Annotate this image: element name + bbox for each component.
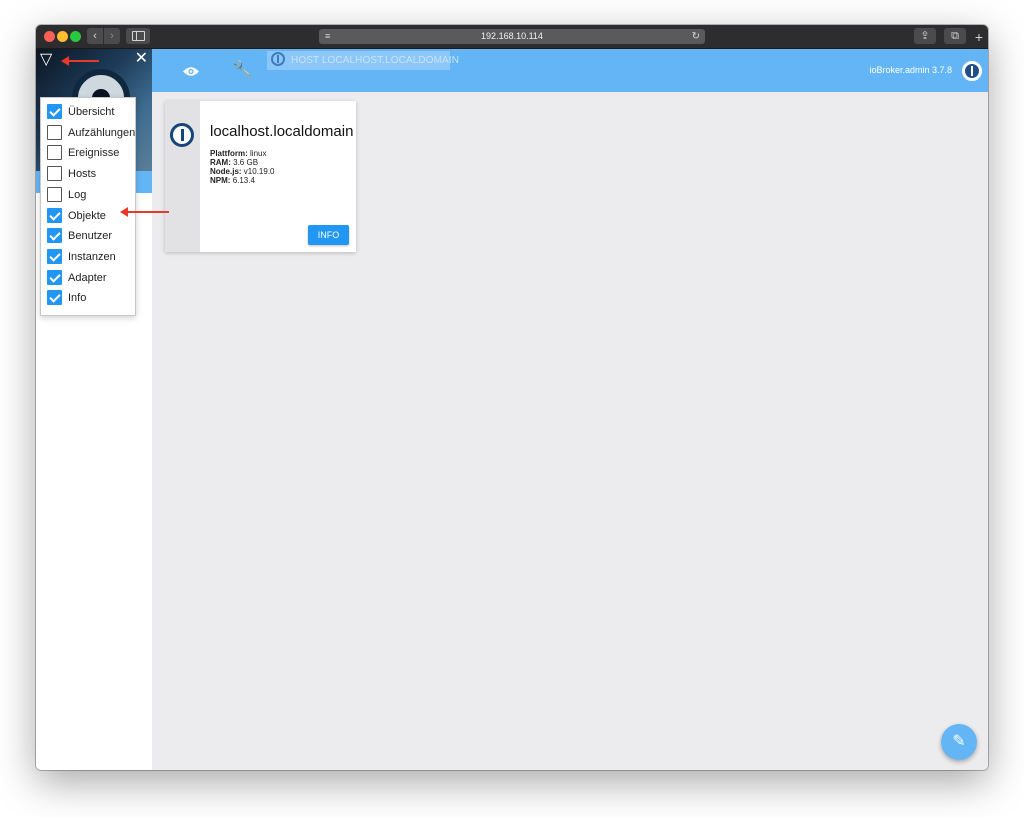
iobroker-logo-icon bbox=[271, 52, 285, 66]
menu-item-hosts[interactable]: Hosts bbox=[41, 164, 135, 184]
host-tab[interactable]: HOST LOCALHOST.LOCALDOMAIN bbox=[267, 51, 459, 70]
iobroker-logo-icon bbox=[170, 123, 194, 147]
host-card: localhost.localdomain Plattform: linux R… bbox=[165, 101, 356, 252]
menu-item-label: Objekte bbox=[68, 209, 106, 222]
new-tab-button[interactable]: + bbox=[972, 30, 986, 44]
menu-item-label: Benutzer bbox=[68, 230, 113, 243]
checkbox[interactable] bbox=[47, 186, 62, 202]
menu-item-adapter[interactable]: Adapter bbox=[41, 268, 135, 288]
share-button[interactable]: ⇪ bbox=[914, 28, 936, 44]
checkbox[interactable] bbox=[47, 290, 62, 306]
host-platform: Plattform: linux bbox=[210, 149, 267, 158]
menu-item-ereignisse[interactable]: Ereignisse bbox=[41, 143, 135, 163]
checkbox[interactable] bbox=[47, 104, 62, 119]
browser-window: ‹ › ≡ 192.168.10.114 ↻ ⇪ ⧉ + ▽ ✕ Übersic… bbox=[36, 25, 988, 770]
iobroker-logo-icon[interactable] bbox=[962, 61, 982, 81]
menu-item-label: Adapter bbox=[68, 271, 107, 284]
wrench-icon[interactable]: 🔧 bbox=[232, 61, 253, 79]
menu-item-log[interactable]: Log bbox=[41, 185, 135, 205]
browser-titlebar: ‹ › ≡ 192.168.10.114 ↻ ⇪ ⧉ + bbox=[36, 25, 988, 49]
checkbox[interactable] bbox=[47, 166, 62, 182]
checkbox[interactable] bbox=[47, 124, 62, 140]
menu-item-label: Log bbox=[68, 188, 87, 201]
menu-item-aufzaehlungen[interactable]: Aufzählungen bbox=[41, 123, 135, 143]
forward-button[interactable]: › bbox=[104, 28, 120, 44]
show-tabs-button[interactable]: ⧉ bbox=[944, 28, 966, 44]
eye-icon[interactable] bbox=[182, 66, 200, 76]
annotation-arrow bbox=[120, 207, 169, 217]
host-ram: RAM: 3.6 GB bbox=[210, 158, 259, 167]
close-window-button[interactable] bbox=[44, 31, 55, 42]
filter-icon[interactable]: ▽ bbox=[40, 52, 52, 68]
checkbox[interactable] bbox=[47, 248, 62, 264]
sidebar-icon bbox=[132, 31, 145, 41]
zoom-window-button[interactable] bbox=[70, 31, 81, 42]
left-navigation: ▽ ✕ Übersicht Aufzählungen Ereignisse Ho… bbox=[36, 49, 153, 770]
checkbox[interactable] bbox=[47, 228, 62, 244]
pencil-icon: ✎ bbox=[952, 733, 966, 750]
checkbox[interactable] bbox=[47, 207, 62, 223]
main-content: localhost.localdomain Plattform: linux R… bbox=[152, 92, 988, 770]
edit-fab-button[interactable]: ✎ bbox=[941, 724, 977, 760]
host-card-title: localhost.localdomain bbox=[210, 123, 354, 140]
host-npm: NPM: 6.13.4 bbox=[210, 176, 255, 185]
reload-icon[interactable]: ↻ bbox=[692, 29, 700, 44]
menu-item-instanzen[interactable]: Instanzen bbox=[41, 247, 135, 267]
app-bar: 🔧 HOST LOCALHOST.LOCALDOMAIN ioBroker.ad… bbox=[152, 49, 988, 92]
sidebar-toggle-button[interactable] bbox=[126, 28, 150, 44]
menu-item-label: Hosts bbox=[68, 168, 97, 181]
menu-item-label: Info bbox=[68, 292, 87, 305]
menu-item-label: Übersicht bbox=[68, 106, 115, 118]
host-nodejs: Node.js: v10.19.0 bbox=[210, 167, 275, 176]
url-text: 192.168.10.114 bbox=[481, 31, 543, 41]
menu-item-label: Instanzen bbox=[68, 250, 116, 263]
annotation-arrow bbox=[61, 56, 99, 66]
close-icon[interactable]: ✕ bbox=[135, 50, 148, 68]
checkbox[interactable] bbox=[47, 145, 62, 161]
menu-item-uebersicht[interactable]: Übersicht bbox=[41, 102, 135, 122]
version-label: ioBroker.admin 3.7.8 bbox=[869, 65, 952, 75]
info-button[interactable]: INFO bbox=[308, 225, 349, 245]
menu-item-info[interactable]: Info bbox=[41, 288, 135, 308]
host-tab-label: HOST LOCALHOST.LOCALDOMAIN bbox=[291, 55, 460, 66]
address-bar[interactable]: ≡ 192.168.10.114 ↻ bbox=[319, 29, 705, 44]
menu-item-label: Ereignisse bbox=[68, 147, 120, 160]
minimize-window-button[interactable] bbox=[57, 31, 68, 42]
menu-item-label: Aufzählungen bbox=[68, 126, 136, 139]
back-button[interactable]: ‹ bbox=[87, 28, 103, 44]
menu-item-benutzer[interactable]: Benutzer bbox=[41, 226, 135, 246]
checkbox[interactable] bbox=[47, 269, 62, 285]
